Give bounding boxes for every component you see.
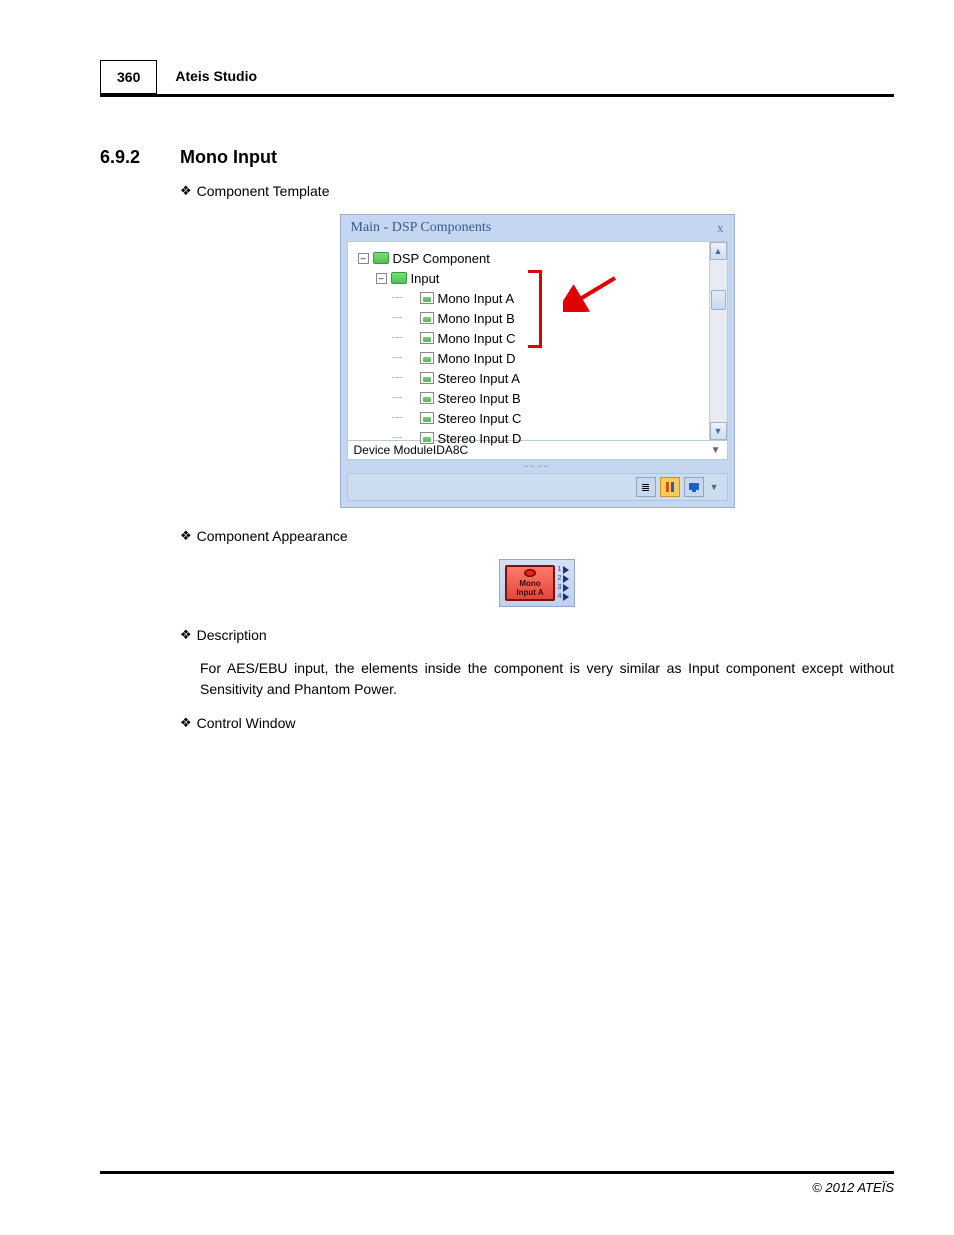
- bullet-label: Description: [197, 627, 267, 643]
- pin-icon: [563, 575, 569, 583]
- tree-leaf[interactable]: ┈┈ Stereo Input B: [352, 388, 705, 408]
- collapse-icon[interactable]: –: [376, 273, 387, 284]
- tree-connector: ┈┈: [392, 393, 420, 404]
- bullet-label: Component Appearance: [197, 528, 348, 544]
- panel-title: Main - DSP Components: [351, 220, 492, 236]
- panel-title-bar: Main - DSP Components x: [341, 215, 734, 241]
- component-icon: [420, 372, 434, 384]
- tree-connector: ┈┈: [392, 433, 420, 444]
- page-number: 360: [100, 60, 157, 94]
- tree-connector: ┈┈: [392, 293, 420, 304]
- copyright: © 2012 ATEÏS: [812, 1180, 894, 1195]
- highlight-bracket: [528, 270, 542, 348]
- toolbar-dropdown-icon[interactable]: ▼: [708, 482, 721, 492]
- component-icon: [420, 312, 434, 324]
- tree-leaf[interactable]: ┈┈ Stereo Input D: [352, 428, 705, 448]
- tree-label: Stereo Input C: [438, 411, 522, 426]
- scroll-down-icon[interactable]: ▼: [710, 422, 727, 440]
- component-icon: [420, 392, 434, 404]
- tree-connector: ┈┈: [392, 373, 420, 384]
- bullet-control-window: ❖ Control Window: [180, 715, 894, 731]
- component-icon: [420, 412, 434, 424]
- section-title: Mono Input: [180, 147, 277, 168]
- bullet-component-appearance: ❖ Component Appearance: [180, 528, 894, 544]
- toolbar-slider-icon[interactable]: [660, 477, 680, 497]
- tree-leaf[interactable]: ┈┈ Stereo Input C: [352, 408, 705, 428]
- component-icon: [420, 432, 434, 444]
- bullet-label: Component Template: [197, 183, 330, 199]
- component-label-2: Input A: [507, 588, 553, 597]
- header-title: Ateis Studio: [157, 60, 275, 94]
- tree-connector: ┈┈: [392, 413, 420, 424]
- output-pins: 1 2 3 4: [557, 566, 569, 601]
- diamond-icon: ❖: [180, 183, 192, 199]
- tree-label: Mono Input A: [438, 291, 515, 306]
- tree-label: Stereo Input D: [438, 431, 522, 446]
- tree-connector: ┈┈: [392, 353, 420, 364]
- tree-label: Mono Input B: [438, 311, 515, 326]
- section-heading: 6.9.2 Mono Input: [100, 147, 894, 168]
- pin-number: 4: [557, 593, 562, 600]
- tree-label: DSP Component: [393, 251, 490, 266]
- tree-label: Stereo Input A: [438, 371, 520, 386]
- tree-node-root[interactable]: – DSP Component: [352, 248, 705, 268]
- dsp-components-panel: Main - DSP Components x – DSP Component …: [340, 214, 735, 508]
- toolbar-list-icon[interactable]: ≣: [636, 477, 656, 497]
- component-icon: [420, 352, 434, 364]
- component-label-1: Mono: [507, 579, 553, 588]
- pin-number: 1: [557, 566, 562, 573]
- component-icon: [420, 292, 434, 304]
- description-text: For AES/EBU input, the elements inside t…: [200, 658, 894, 700]
- mono-input-component: Mono Input A 1 2 3 4: [499, 559, 575, 607]
- diamond-icon: ❖: [180, 627, 192, 643]
- pin-icon: [563, 584, 569, 592]
- diamond-icon: ❖: [180, 715, 192, 731]
- scroll-track[interactable]: [710, 260, 727, 422]
- tree-label: Stereo Input B: [438, 391, 521, 406]
- pin-number: 2: [557, 575, 562, 582]
- component-body: Mono Input A: [505, 565, 555, 601]
- section-number: 6.9.2: [100, 147, 150, 168]
- scroll-thumb[interactable]: [711, 290, 726, 310]
- pin-icon: [563, 593, 569, 601]
- bullet-component-template: ❖ Component Template: [180, 183, 894, 199]
- close-icon[interactable]: x: [717, 220, 724, 236]
- led-icon: [524, 569, 536, 577]
- collapse-icon[interactable]: –: [358, 253, 369, 264]
- tree-label: Mono Input C: [438, 331, 516, 346]
- page-header: 360 Ateis Studio: [100, 60, 894, 97]
- bullet-label: Control Window: [197, 715, 296, 731]
- page-footer: © 2012 ATEÏS: [100, 1171, 894, 1195]
- chevron-down-icon[interactable]: ▼: [711, 445, 721, 456]
- bullet-description: ❖ Description: [180, 627, 894, 643]
- tree-view: – DSP Component – Input ┈┈ Mono Input A ┈…: [347, 241, 728, 441]
- tree-label: Input: [411, 271, 440, 286]
- tree-connector: ┈┈: [392, 313, 420, 324]
- tree-label: Mono Input D: [438, 351, 516, 366]
- tree-connector: ┈┈: [392, 333, 420, 344]
- tree-leaf[interactable]: ┈┈ Stereo Input A: [352, 368, 705, 388]
- panel-toolbar: ≣ ▼: [347, 473, 728, 501]
- component-icon: [420, 332, 434, 344]
- resize-grip[interactable]: ┄┄┄┄: [341, 460, 734, 473]
- pin-icon: [563, 566, 569, 574]
- toolbar-monitor-icon[interactable]: [684, 477, 704, 497]
- vertical-scrollbar[interactable]: ▲ ▼: [709, 242, 727, 440]
- scroll-up-icon[interactable]: ▲: [710, 242, 727, 260]
- diamond-icon: ❖: [180, 528, 192, 544]
- pointer-arrow: [563, 272, 623, 315]
- pin-number: 3: [557, 584, 562, 591]
- folder-icon: [373, 252, 389, 264]
- tree-leaf[interactable]: ┈┈ Mono Input D: [352, 348, 705, 368]
- folder-icon: [391, 272, 407, 284]
